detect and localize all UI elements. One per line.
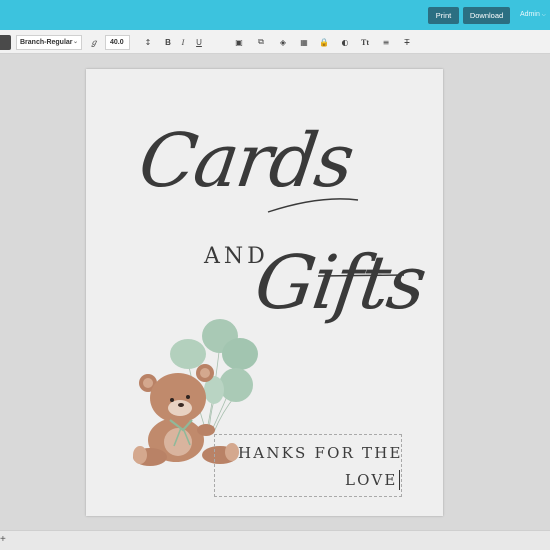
balloon <box>219 368 253 402</box>
balloon <box>222 338 258 370</box>
text-cursor <box>399 470 400 490</box>
balloon <box>170 339 206 369</box>
thanks-text-line2[interactable]: LOVE <box>345 471 398 489</box>
bottom-bar: + <box>0 530 550 550</box>
add-page-button[interactable]: + <box>0 534 6 545</box>
thanks-text-line1[interactable]: HANKS FOR THE <box>238 444 403 462</box>
